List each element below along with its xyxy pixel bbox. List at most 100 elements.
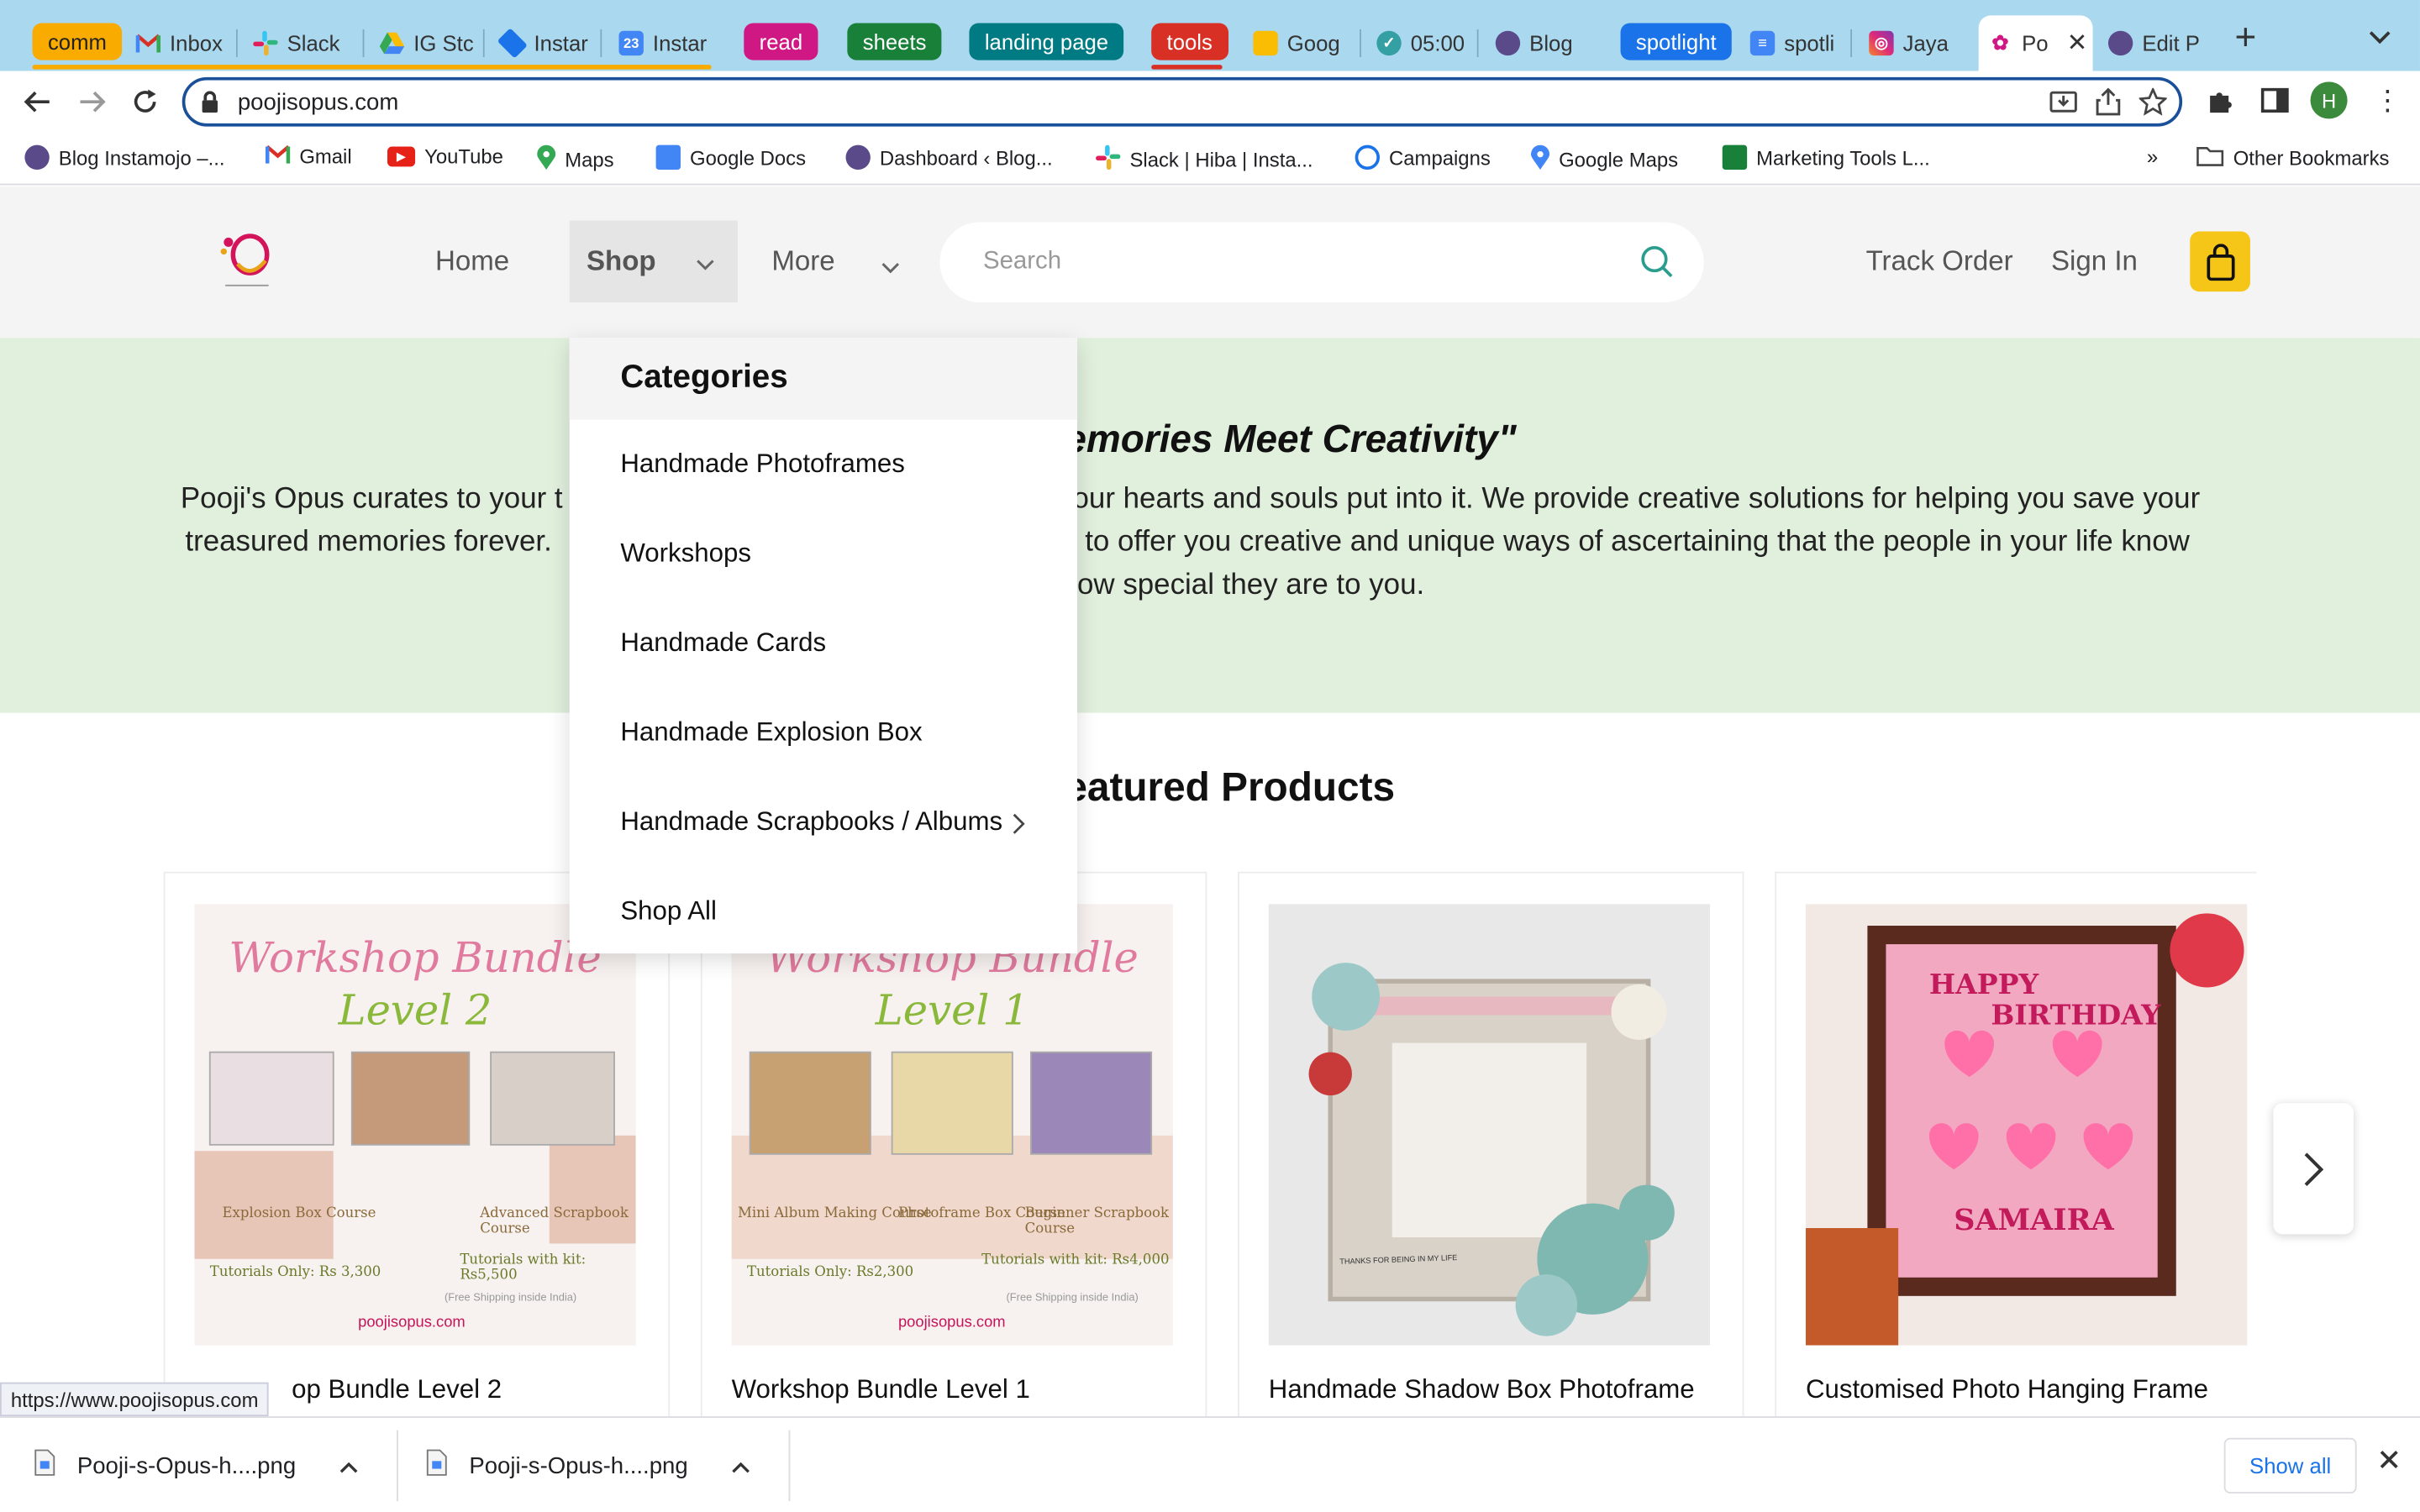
menu-item-handmade-scrapbooks[interactable]: Handmade Scrapbooks / Albums	[620, 807, 1002, 838]
tab-slack[interactable]: Slack	[244, 15, 365, 71]
nav-shop[interactable]: Shop	[569, 220, 738, 302]
search-icon[interactable]	[1640, 245, 1674, 287]
bookmark-other-bookmarks[interactable]: Other Bookmarks	[2196, 145, 2390, 171]
tab-timer[interactable]: ✓ 05:00	[1367, 15, 1479, 71]
chevron-up-icon[interactable]	[339, 1452, 358, 1478]
artwork-shipping: (Free Shipping inside India)	[444, 1293, 577, 1305]
new-tab-button[interactable]: +	[2235, 17, 2257, 60]
close-shelf-icon[interactable]	[2378, 1449, 2400, 1478]
keep-icon	[1253, 30, 1278, 56]
close-tab-icon[interactable]: ✕	[2067, 28, 2088, 59]
side-panel-icon[interactable]	[2260, 87, 2289, 121]
tab-group-comm[interactable]: comm	[32, 23, 123, 60]
tab-edit[interactable]: Edit P	[2099, 15, 2207, 71]
product-image-workshop-level-2[interactable]: Workshop Bundle Level 2 Explosion Box Co…	[194, 904, 636, 1346]
product-card[interactable]: Workshop Bundle Level 2 Explosion Box Co…	[163, 871, 671, 1427]
share-icon[interactable]	[2096, 87, 2121, 123]
download-item[interactable]: Pooji-s-Opus-h....png	[426, 1418, 750, 1512]
tab-google-keep[interactable]: Goog	[1244, 15, 1361, 71]
chevron-up-icon[interactable]	[731, 1452, 750, 1478]
tab-ig-story[interactable]: IG Stc	[371, 15, 485, 71]
artwork-text: HAPPY	[1928, 969, 2039, 1002]
tab-search-chevron-icon[interactable]	[2369, 24, 2391, 52]
product-name[interactable]: op Bundle Level 2	[292, 1374, 502, 1405]
bookmark-label: Campaigns	[1389, 145, 1491, 170]
carousel-next-button[interactable]	[2273, 1103, 2354, 1235]
tab-group-label: sheets	[862, 29, 927, 55]
file-icon	[426, 1449, 448, 1483]
tab-group-underline	[1151, 65, 1223, 70]
tab-group-spotlight[interactable]: spotlight	[1620, 23, 1733, 60]
bookmark-marketing-tools[interactable]: Marketing Tools L...	[1722, 144, 1930, 171]
address-bar[interactable]: poojisopus.com	[182, 76, 2183, 127]
bookmark-star-icon[interactable]	[2138, 87, 2169, 123]
menu-item-workshops[interactable]: Workshops	[620, 538, 751, 570]
product-name[interactable]: Workshop Bundle Level 1	[732, 1374, 1030, 1405]
bookmark-youtube[interactable]: ▶ YouTube	[387, 145, 503, 168]
bookmark-label: Other Bookmarks	[2233, 146, 2390, 171]
install-app-icon[interactable]	[2049, 88, 2077, 123]
tab-group-read[interactable]: read	[744, 23, 818, 60]
menu-item-handmade-explosion-box[interactable]: Handmade Explosion Box	[620, 717, 922, 748]
download-item[interactable]: Pooji-s-Opus-h....png	[34, 1418, 357, 1512]
product-card[interactable]: HAPPY BIRTHDAY SAMAIRA Customised Photo …	[1775, 871, 2257, 1427]
menu-item-shop-all[interactable]: Shop All	[620, 896, 717, 927]
track-order-label: Track Order	[1865, 245, 2013, 276]
product-image-workshop-level-1[interactable]: Workshop Bundle Level 1 Mini Album Makin…	[731, 904, 1173, 1346]
nav-sign-in[interactable]: Sign In	[2051, 245, 2138, 278]
tab-group-landing-page[interactable]: landing page	[969, 23, 1124, 60]
blog-avatar-icon	[24, 144, 50, 171]
browser-menu-icon[interactable]: ⋮	[2374, 85, 2402, 118]
nav-track-order[interactable]: Track Order	[1866, 245, 2013, 278]
chevron-down-icon[interactable]	[881, 255, 900, 282]
product-name[interactable]: Customised Photo Hanging Frame	[1806, 1374, 2208, 1405]
product-image-photo-hanging-frame[interactable]: HAPPY BIRTHDAY SAMAIRA	[1805, 904, 2248, 1346]
tab-group-label: spotlight	[1635, 29, 1717, 55]
site-search-input[interactable]: Search	[939, 222, 1704, 302]
file-icon	[34, 1449, 55, 1483]
tab-inbox[interactable]: Inbox	[127, 15, 238, 71]
bookmark-google-maps[interactable]: Google Maps	[1531, 144, 1678, 175]
bookmark-blog-instamojo[interactable]: Blog Instamojo –...	[24, 144, 225, 171]
dropdown-heading: Categories	[620, 359, 788, 396]
hero-text-line2-left: treasured memories forever.	[185, 526, 552, 559]
poojisopus-logo[interactable]	[216, 227, 277, 295]
tab-instagram[interactable]: ◎ Jaya	[1860, 15, 1970, 71]
tab-group-sheets[interactable]: sheets	[847, 23, 942, 60]
product-card[interactable]: Workshop Bundle Level 1 Mini Album Makin…	[700, 871, 1207, 1427]
cart-button[interactable]	[2190, 231, 2250, 292]
bookmark-campaigns[interactable]: Campaigns	[1355, 144, 1491, 171]
tab-instamojo-calendar[interactable]: 23 Instar	[609, 15, 718, 71]
poojisopus-favicon: ✿	[1991, 30, 2009, 55]
bookmark-gmail[interactable]: Gmail	[265, 145, 352, 168]
product-image-shadow-box[interactable]: THANKS FOR BEING IN MY LIFE	[1268, 904, 1711, 1346]
forward-button[interactable]	[74, 83, 111, 120]
tab-instamojo[interactable]: Instar	[491, 15, 602, 71]
back-button[interactable]	[18, 83, 55, 120]
browser-toolbar: poojisopus.com H ⋮	[0, 71, 2420, 133]
bookmark-slack[interactable]: Slack | Hiba | Insta...	[1096, 144, 1313, 175]
more-bookmarks-button[interactable]: »	[2147, 145, 2158, 169]
bookmark-maps[interactable]: Maps	[537, 144, 614, 175]
profile-avatar[interactable]: H	[2310, 81, 2348, 119]
url-text[interactable]: poojisopus.com	[238, 89, 398, 115]
bookmark-dashboard-blog[interactable]: Dashboard ‹ Blog...	[845, 144, 1053, 171]
menu-item-handmade-photoframes[interactable]: Handmade Photoframes	[620, 449, 904, 480]
extensions-puzzle-icon[interactable]	[2207, 87, 2234, 122]
product-name[interactable]: Handmade Shadow Box Photoframe	[1269, 1374, 1695, 1405]
tab-poojisopus-active[interactable]: ✿ Po ✕	[1978, 15, 2093, 71]
show-all-downloads-button[interactable]: Show all	[2223, 1437, 2357, 1494]
artwork-text: SAMAIRA	[1954, 1203, 2114, 1238]
bookmark-google-docs[interactable]: Google Docs	[655, 144, 806, 171]
tab-group-tools[interactable]: tools	[1151, 23, 1228, 60]
nav-home[interactable]: Home	[435, 245, 509, 278]
nav-more[interactable]: More	[771, 245, 834, 278]
tab-title: Instar	[534, 30, 588, 56]
menu-item-handmade-cards[interactable]: Handmade Cards	[620, 628, 826, 659]
bookmark-label: Blog Instamojo –...	[58, 145, 225, 170]
reload-button[interactable]	[127, 83, 164, 120]
tab-blog[interactable]: Blog	[1486, 15, 1595, 71]
product-card[interactable]: THANKS FOR BEING IN MY LIFE Handmade Sha…	[1238, 871, 1744, 1427]
bookmark-label: »	[2146, 144, 2159, 169]
tab-spotlight-doc[interactable]: ≡ spotli	[1741, 15, 1853, 71]
